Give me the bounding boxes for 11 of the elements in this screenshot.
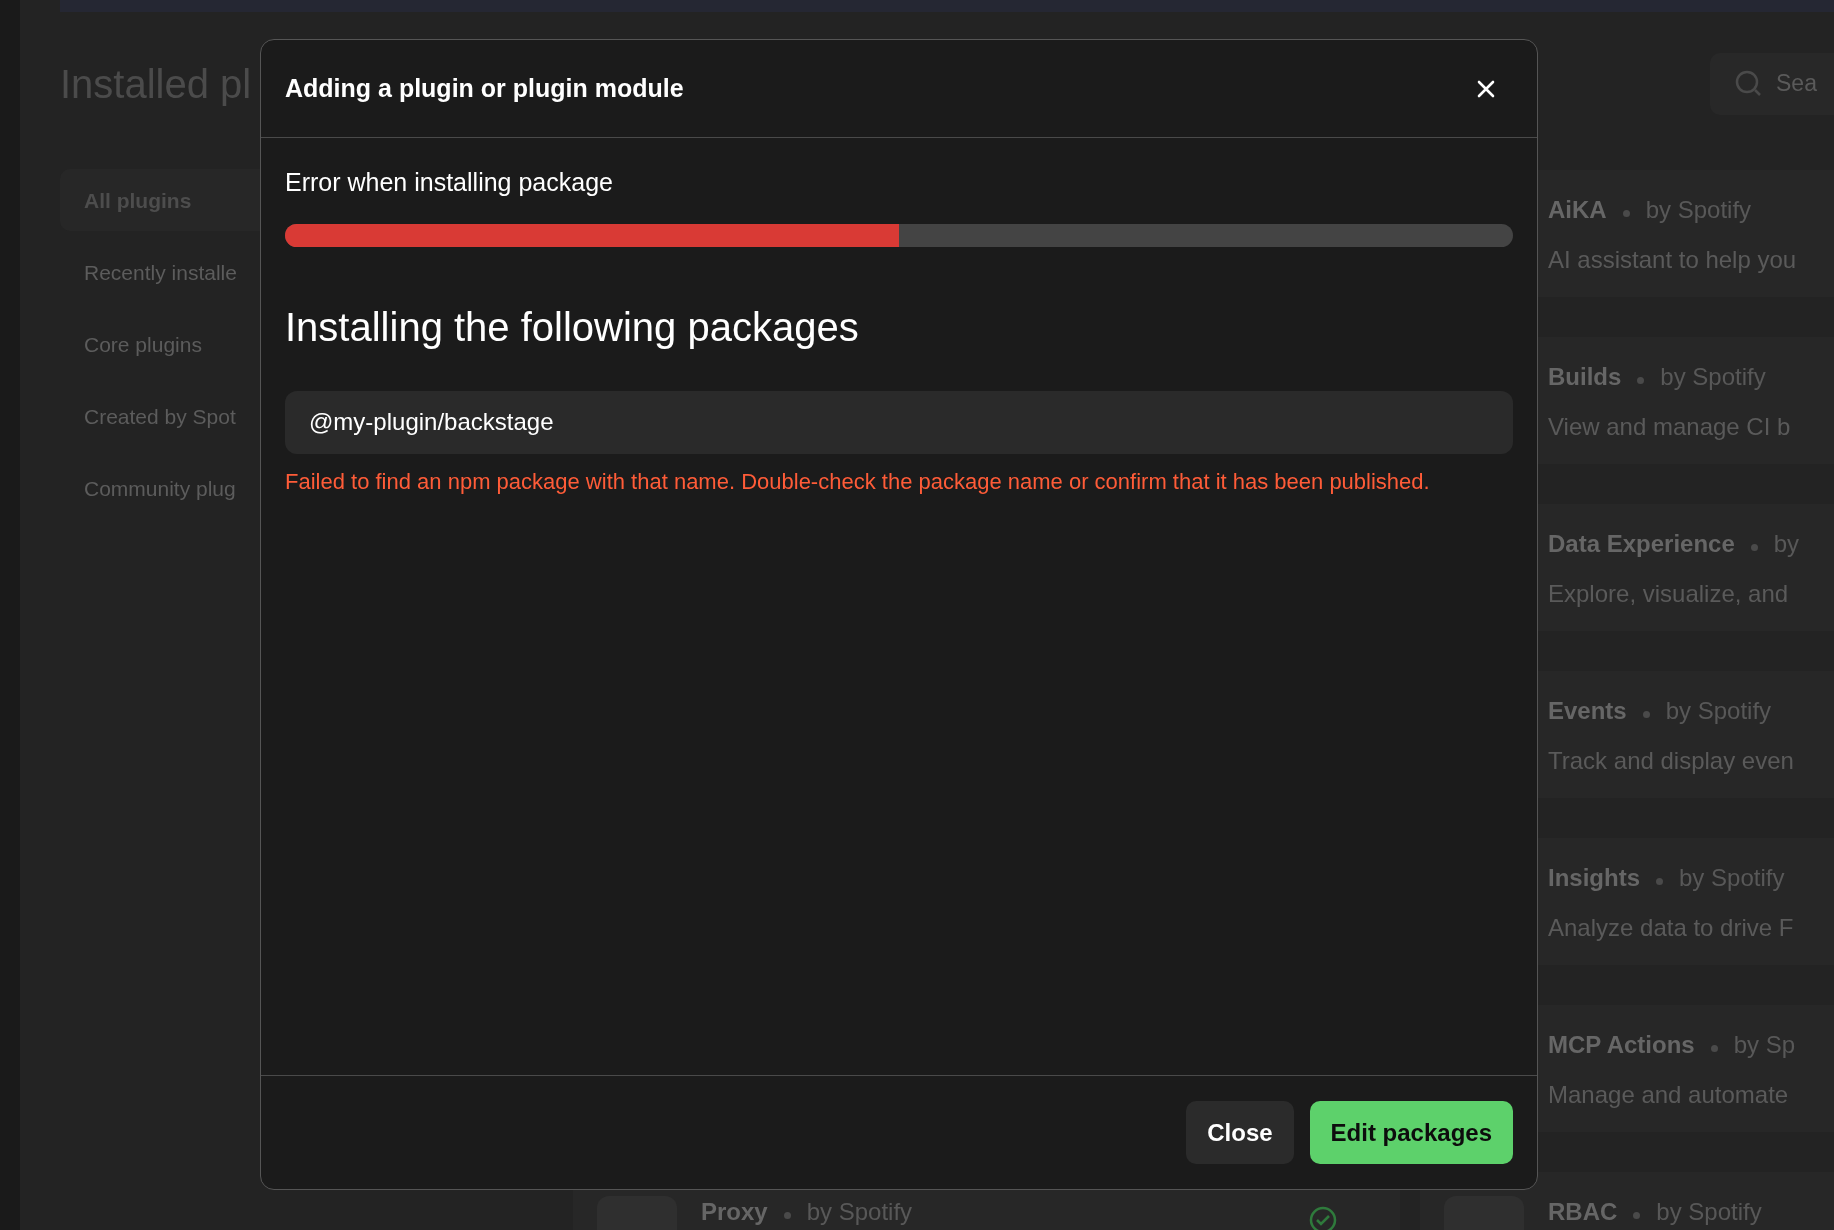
plugin-name: MCP Actions (1548, 1031, 1695, 1058)
plugin-name: Builds (1548, 363, 1622, 390)
plugin-name: Events (1548, 697, 1627, 724)
error-message: Failed to find an npm package with that name. Double-check the package name or confirm that it has been published. (285, 467, 1431, 496)
plugin-name: Insights (1548, 864, 1640, 891)
plugin-name: RBAC (1548, 1198, 1618, 1225)
plugin-name: Data Experience (1548, 530, 1735, 557)
plugin-name: AiKA (1548, 196, 1607, 223)
plugin-name: Proxy (701, 1198, 768, 1225)
dialog-title: Adding a plugin or plugin module (285, 72, 684, 104)
section-heading: Installing the following packages (285, 303, 860, 351)
